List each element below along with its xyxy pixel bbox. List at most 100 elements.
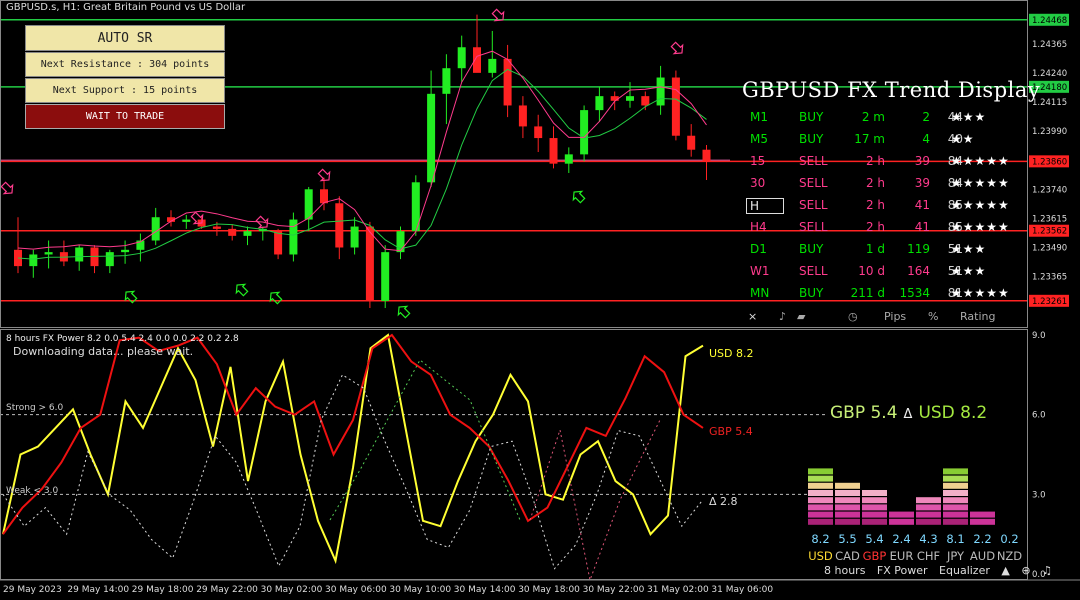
duration-label: 17 m: [854, 132, 885, 146]
price-tick-label: 1.23860: [1032, 157, 1067, 167]
power-tick-label: 9.0: [1032, 331, 1046, 341]
time-tick-label: 30 May 18:00: [518, 585, 580, 595]
currency-label: AUD: [969, 549, 996, 563]
candle-body: [212, 226, 221, 229]
duration-label: 10 d: [858, 264, 885, 278]
candle-body: [274, 231, 283, 255]
equalizer-value: 8.1: [946, 532, 965, 546]
next-support-label: Next Support : 15 points: [25, 78, 225, 103]
crosshair-icon[interactable]: ⊕: [1021, 564, 1030, 577]
equalizer-value: 5.5: [838, 532, 857, 546]
equalizer-value: 2.2: [973, 532, 992, 546]
time-tick-label: 30 May 14:00: [454, 585, 516, 595]
equalizer-bar-segment: [943, 518, 968, 525]
time-tick-label: 30 May 10:00: [389, 585, 451, 595]
download-message: Downloading data... please wait.: [13, 345, 194, 358]
time-tick-label: 29 May 14:00: [67, 585, 129, 595]
currency-label: GBP: [862, 549, 887, 563]
currency-label: CHF: [916, 549, 941, 563]
rating-stars-icon: ★★★★★: [951, 220, 1010, 234]
trend-footer: × ♪ ▰ ◷ Pips % Rating: [745, 310, 1025, 324]
timeframe-label[interactable]: D1: [750, 242, 780, 256]
timeframe-label[interactable]: 15: [750, 154, 780, 168]
candle-body: [442, 68, 451, 94]
trade-status-button[interactable]: WAIT TO TRADE: [25, 104, 225, 129]
timeframe-label[interactable]: M1: [750, 110, 780, 124]
fx-power-label: FX Power: [876, 564, 928, 577]
equalizer-bar-segment: [808, 511, 833, 518]
equalizer-bar-segment: [862, 497, 887, 504]
equalizer-bar-segment: [916, 497, 941, 504]
sound-wave-icon[interactable]: ▰: [797, 310, 805, 323]
time-tick-label: 30 May 22:00: [583, 585, 645, 595]
duration-label: 211 d: [850, 286, 885, 300]
equalizer-bar-segment: [835, 482, 860, 489]
timeframe-label[interactable]: M5: [750, 132, 780, 146]
equalizer-bar-segment: [808, 482, 833, 489]
price-level-box: [1029, 224, 1069, 237]
currency-label: JPY: [946, 549, 965, 563]
delta-line-green: [329, 359, 521, 521]
price-tick-label: 1.23865: [1032, 156, 1067, 166]
candle-body: [687, 135, 696, 150]
signal-label: BUY: [799, 286, 824, 300]
equalizer-bar-segment: [862, 518, 887, 525]
close-icon[interactable]: ×: [748, 310, 757, 323]
equalizer-bar-segment: [835, 490, 860, 496]
fx-power-title: 8 hours FX Power 8.2 0.0 5.4 2.4 0.0 0.0…: [6, 334, 239, 344]
candle-body: [320, 189, 328, 204]
power-tick-label: 3.0: [1032, 490, 1046, 500]
price-level-box: [1029, 155, 1069, 168]
equalizer-bar-segment: [808, 490, 833, 496]
equalizer-bar-segment: [808, 468, 833, 475]
candle-body: [503, 58, 512, 106]
pips-value: 2: [922, 110, 930, 124]
rating-stars-icon: ★★: [951, 132, 975, 146]
equalizer-bar-segment: [943, 475, 968, 482]
equalizer-value: 0.2: [1000, 532, 1019, 546]
equalizer-bar-segment: [916, 518, 941, 525]
rating-header: Rating: [960, 310, 996, 323]
gbp-line-label: GBP 5.4: [709, 425, 753, 438]
price-level-box: [1029, 294, 1069, 307]
timeframe-label[interactable]: W1: [750, 264, 780, 278]
rating-stars-icon: ★★★★★: [951, 154, 1010, 168]
equalizer-bar-segment: [862, 504, 887, 511]
timeframe-label[interactable]: 30: [750, 176, 780, 190]
clock-icon[interactable]: ◷: [848, 310, 858, 323]
timeframe-label[interactable]: H: [746, 198, 784, 214]
auto-sr-title[interactable]: AUTO SR: [25, 25, 225, 51]
price-tick-label: 1.24468: [1032, 16, 1067, 26]
signal-label: SELL: [799, 220, 828, 234]
candle-body: [702, 149, 711, 162]
equalizer-bar-segment: [943, 504, 968, 511]
pips-value: 164: [907, 264, 930, 278]
rating-stars-icon: ★★★★★: [951, 176, 1010, 190]
candle-body: [610, 96, 619, 101]
pips-value: 119: [907, 242, 930, 256]
duration-label: 2 h: [865, 220, 885, 234]
price-tick-label: 1.23990: [1032, 127, 1067, 137]
candle-body: [182, 219, 191, 222]
equalizer-label: Equalizer: [939, 564, 990, 577]
equalizer-bar-segment: [862, 511, 887, 518]
duration-label: 2 m: [861, 110, 885, 124]
music-note-icon[interactable]: ♫: [1042, 564, 1052, 577]
signal-label: BUY: [799, 110, 824, 124]
currency-label: CAD: [835, 549, 860, 563]
price-tick-label: 1.23562: [1032, 227, 1067, 237]
pips-value: 41: [914, 198, 930, 212]
pips-value: 41: [914, 220, 930, 234]
timeframe-label[interactable]: H4: [750, 220, 780, 234]
equalizer-bar-segment: [943, 468, 968, 475]
strong-level-label: Strong > 6.0: [6, 403, 64, 413]
music-note-icon[interactable]: ♪: [779, 310, 786, 323]
duration-label: 1 d: [865, 242, 885, 256]
equalizer-bar-segment: [889, 511, 914, 518]
candle-body: [243, 231, 252, 236]
auto-sr-panel: AUTO SR Next Resistance : 304 points Nex…: [25, 25, 225, 130]
rating-stars-icon: ★★★★★: [951, 286, 1010, 300]
timeframe-label[interactable]: MN: [750, 286, 780, 300]
scroll-icon[interactable]: ▲: [1001, 564, 1009, 577]
time-tick-label: 29 May 18:00: [132, 585, 194, 595]
